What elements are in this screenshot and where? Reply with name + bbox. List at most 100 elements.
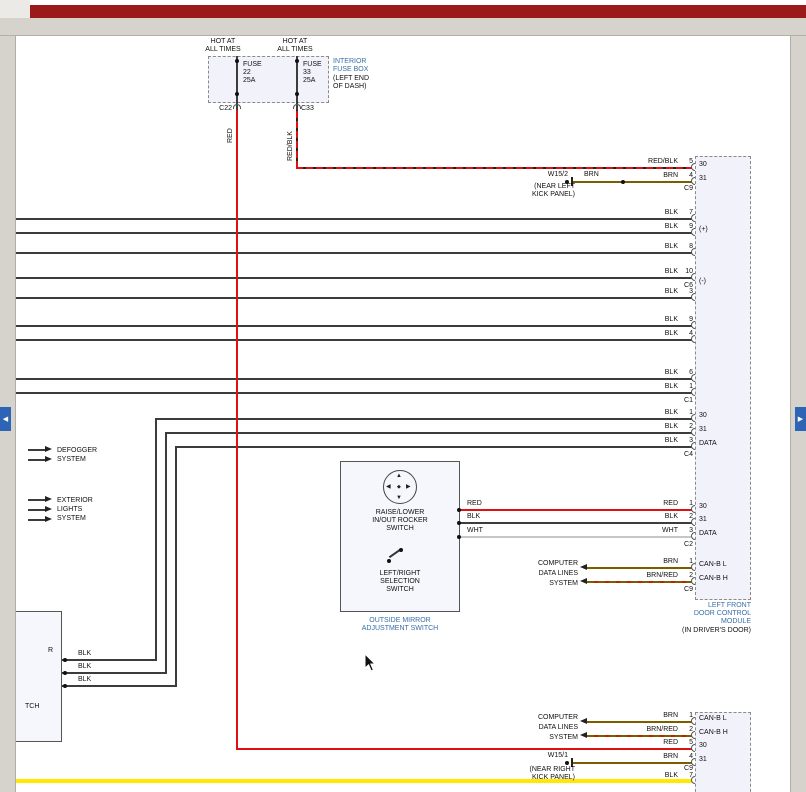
toolbar bbox=[0, 18, 806, 36]
module-inner-label: CAN-B H bbox=[699, 729, 728, 736]
wire-color-label: BRN/RED bbox=[600, 572, 678, 579]
exterior-lights-wire-stub[interactable] bbox=[28, 509, 46, 511]
module-inner-label: 30 bbox=[699, 412, 707, 419]
module-inner-label: 30 bbox=[699, 161, 707, 168]
rocker-up-icon[interactable]: ▲ bbox=[396, 473, 402, 479]
pin-number: 3 bbox=[680, 288, 693, 295]
pin-number: 2 bbox=[680, 513, 693, 520]
redblk-wire-vertical-label: RED/BLK bbox=[287, 131, 294, 161]
wire-color-label: BLK bbox=[600, 268, 678, 275]
wire-blk-ground-1[interactable] bbox=[62, 659, 157, 661]
pin-number: 1 bbox=[680, 409, 693, 416]
wire-brn-pin4[interactable] bbox=[573, 181, 695, 183]
pin-number: 9 bbox=[680, 223, 693, 230]
wire-brn-canb-l[interactable] bbox=[587, 567, 695, 569]
wire-color-label: BRN bbox=[600, 712, 678, 719]
pin-row: BLK4 bbox=[0, 330, 752, 338]
wire-blk-pin1[interactable] bbox=[16, 392, 695, 394]
pin-row: BLK6 bbox=[0, 369, 752, 377]
fuse22-stub-wire[interactable] bbox=[236, 56, 238, 111]
junction-dot bbox=[63, 671, 67, 675]
fuse33-stub-wire[interactable] bbox=[296, 56, 298, 111]
pin-row: BLK1 bbox=[0, 383, 752, 391]
junction-dot bbox=[63, 684, 67, 688]
wire-brnred-canb-h-bottom[interactable] bbox=[587, 735, 695, 737]
connector-id: C9 bbox=[658, 586, 693, 593]
wire-blk-mirror[interactable] bbox=[460, 522, 695, 524]
module-inner-label: 31 bbox=[699, 756, 707, 763]
wire-blk-pin6[interactable] bbox=[16, 378, 695, 380]
pin-number: 7 bbox=[680, 209, 693, 216]
wire-wht-mirror[interactable] bbox=[460, 536, 695, 538]
connector-id: C2 bbox=[658, 541, 693, 548]
wire-brn-w15-1[interactable] bbox=[573, 762, 695, 764]
rocker-center-icon[interactable]: ◆ bbox=[397, 484, 401, 490]
wire-blk-pin8[interactable] bbox=[16, 252, 695, 254]
connector-id: C6 bbox=[658, 282, 693, 289]
wire-red-mirror[interactable] bbox=[460, 509, 695, 511]
pin-number: 3 bbox=[680, 527, 693, 534]
pin-row: BRN4 bbox=[0, 753, 752, 761]
pin-row: BRN1 bbox=[0, 712, 752, 720]
pin-row: BLK2 bbox=[0, 423, 752, 431]
junction-dot bbox=[621, 180, 625, 184]
splice-w15-2-location: (NEAR LEFT KICK PANEL) bbox=[498, 183, 575, 199]
fusebox-name: INTERIOR FUSE BOX bbox=[333, 58, 368, 74]
pin-number: 1 bbox=[680, 383, 693, 390]
wire-blk-c4-pin2[interactable] bbox=[165, 432, 695, 434]
fuse-terminal-dot bbox=[235, 59, 239, 63]
pin-number: 7 bbox=[680, 772, 693, 779]
wire-blk-vertical-1[interactable] bbox=[155, 418, 157, 661]
junction-dot bbox=[457, 535, 461, 539]
pin-number: 5 bbox=[680, 158, 693, 165]
wire-blk-ground-3[interactable] bbox=[62, 685, 177, 687]
connector-arc bbox=[293, 104, 301, 109]
pin-row: RED5 bbox=[0, 739, 752, 747]
wire-color-label: BLK bbox=[600, 369, 678, 376]
module-inner-label: DATA bbox=[699, 530, 717, 537]
pin-number: 2 bbox=[680, 572, 693, 579]
wire-color-label: BLK bbox=[78, 676, 91, 684]
rocker-right-icon[interactable]: ▶ bbox=[406, 484, 411, 490]
wire-color-label: BLK bbox=[600, 423, 678, 430]
wire-blk-pin9b[interactable] bbox=[16, 325, 695, 327]
wire-brn-canb-l-bottom[interactable] bbox=[587, 721, 695, 723]
fuse-33-label: FUSE 33 25A bbox=[303, 61, 322, 85]
wire-color-label: BLK bbox=[600, 383, 678, 390]
next-page-icon: ▶ bbox=[798, 415, 803, 423]
wire-redblk-pin5[interactable] bbox=[296, 167, 695, 169]
pin-row: BRN/RED2 bbox=[0, 726, 752, 734]
pin-row: BRN/RED2 bbox=[0, 572, 752, 580]
wire-color-label: BLK bbox=[78, 663, 91, 671]
defogger-wire-stub[interactable] bbox=[28, 459, 46, 461]
rocker-left-icon[interactable]: ◀ bbox=[386, 484, 391, 490]
wire-blk-pin9[interactable] bbox=[16, 232, 695, 234]
module-inner-label: CAN-B H bbox=[699, 575, 728, 582]
pin-row: BLK3 bbox=[0, 437, 752, 445]
wire-blk-vertical-2[interactable] bbox=[165, 432, 167, 674]
wire-blk-pin7[interactable] bbox=[16, 218, 695, 220]
defogger-wire-stub[interactable] bbox=[28, 449, 46, 451]
wire-blk-pin3[interactable] bbox=[16, 297, 695, 299]
hot-at-all-times-right: HOT AT ALL TIMES bbox=[267, 38, 323, 54]
wire-blk-c4-pin3[interactable] bbox=[175, 446, 695, 448]
pin-row: RED1 bbox=[0, 500, 752, 508]
wire-blk-ground-2[interactable] bbox=[62, 672, 167, 674]
pin-number: 3 bbox=[680, 437, 693, 444]
wire-blk-pin10[interactable] bbox=[16, 277, 695, 279]
wire-blk-vertical-3[interactable] bbox=[175, 446, 177, 687]
connector-c33: C33 bbox=[301, 105, 314, 113]
wire-brnred-canb-h[interactable] bbox=[587, 581, 695, 583]
module-inner-label: (+) bbox=[699, 226, 708, 233]
pin-row: BLK9 bbox=[0, 223, 752, 231]
mouse-cursor bbox=[364, 653, 377, 673]
prev-page-button[interactable]: ◀ bbox=[0, 407, 11, 431]
pin-number: 4 bbox=[680, 330, 693, 337]
wire-color-label: BRN bbox=[600, 558, 678, 565]
wire-color-label: RED bbox=[600, 739, 678, 746]
next-page-button[interactable]: ▶ bbox=[795, 407, 806, 431]
wire-red-bottom-feed[interactable] bbox=[236, 748, 695, 750]
pin-number: 4 bbox=[680, 753, 693, 760]
module1-name: LEFT FRONT DOOR CONTROL MODULE bbox=[650, 602, 751, 626]
wire-blk-pin4b[interactable] bbox=[16, 339, 695, 341]
